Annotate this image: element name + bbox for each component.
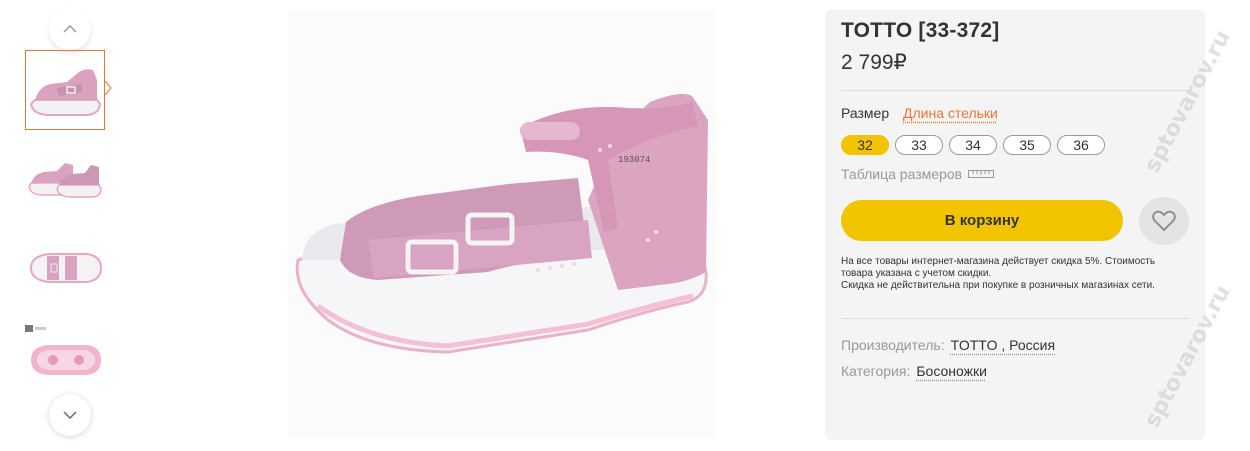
insole-length-link[interactable]: Длина стельки [903,105,998,121]
discount-note: На все товары интернет-магазина действуе… [841,256,1181,292]
size-option-34[interactable]: 34 [949,135,997,155]
size-selector: 32 33 34 35 36 [841,135,1105,155]
insole-stamp-text: 193074 [618,155,650,165]
size-option-32[interactable]: 32 [841,135,889,155]
product-title: TOTTO [33-372] [841,19,1000,42]
divider [841,90,1189,91]
size-option-36[interactable]: 36 [1057,135,1105,155]
ruler-icon [968,170,995,178]
thumbnail-sole-view[interactable] [25,320,105,400]
sandal-sole-thumbnail-image [31,345,101,375]
manufacturer-label: Производитель: [841,337,945,353]
category-label: Категория: [841,363,911,379]
thumbnails-scroll-up-button[interactable] [49,8,91,50]
add-to-cart-button[interactable]: В корзину [841,200,1123,241]
category-row: Категория: Босоножки [841,363,987,379]
size-header: Размер Длина стельки [841,105,998,121]
sandal-thumbnail-image [29,69,102,116]
chevron-up-icon [63,24,77,33]
heart-icon [1152,210,1176,232]
main-product-image[interactable]: 193074 [288,10,716,438]
discount-note-line: Скидка не действительна при покупке в ро… [841,280,1155,291]
thumbnail-side-view[interactable] [25,50,105,130]
product-info-panel: TOTTO [33-372] 2 799₽ Размер Длина стель… [825,10,1205,440]
active-thumbnail-pointer-icon [104,80,112,96]
size-option-33[interactable]: 33 [895,135,943,155]
thumbnail-strip [0,0,140,451]
chevron-down-icon [63,411,77,420]
product-price: 2 799₽ [841,51,907,74]
thumbnails-scroll-down-button[interactable] [49,394,91,436]
discount-note-line: На все товары интернет-магазина действуе… [841,256,1156,279]
size-label: Размер [841,105,890,121]
manufacturer-row: Производитель: TOTTO , Россия [841,337,1055,353]
sandal-pair-thumbnail-image [28,163,102,198]
category-link[interactable]: Босоножки [916,363,987,379]
thumbnail-top-view[interactable] [25,228,105,308]
size-table-label: Таблица размеров [841,166,963,182]
manufacturer-link[interactable]: TOTTO , Россия [951,337,1056,353]
sandal-top-thumbnail-image [29,253,103,283]
divider [841,318,1189,319]
sandal-main-image: 193074 [295,94,708,354]
favorite-button[interactable] [1139,197,1189,245]
size-option-35[interactable]: 35 [1003,135,1051,155]
thumbnail-pair-view[interactable] [25,138,105,218]
size-table-link[interactable]: Таблица размеров [841,166,995,182]
